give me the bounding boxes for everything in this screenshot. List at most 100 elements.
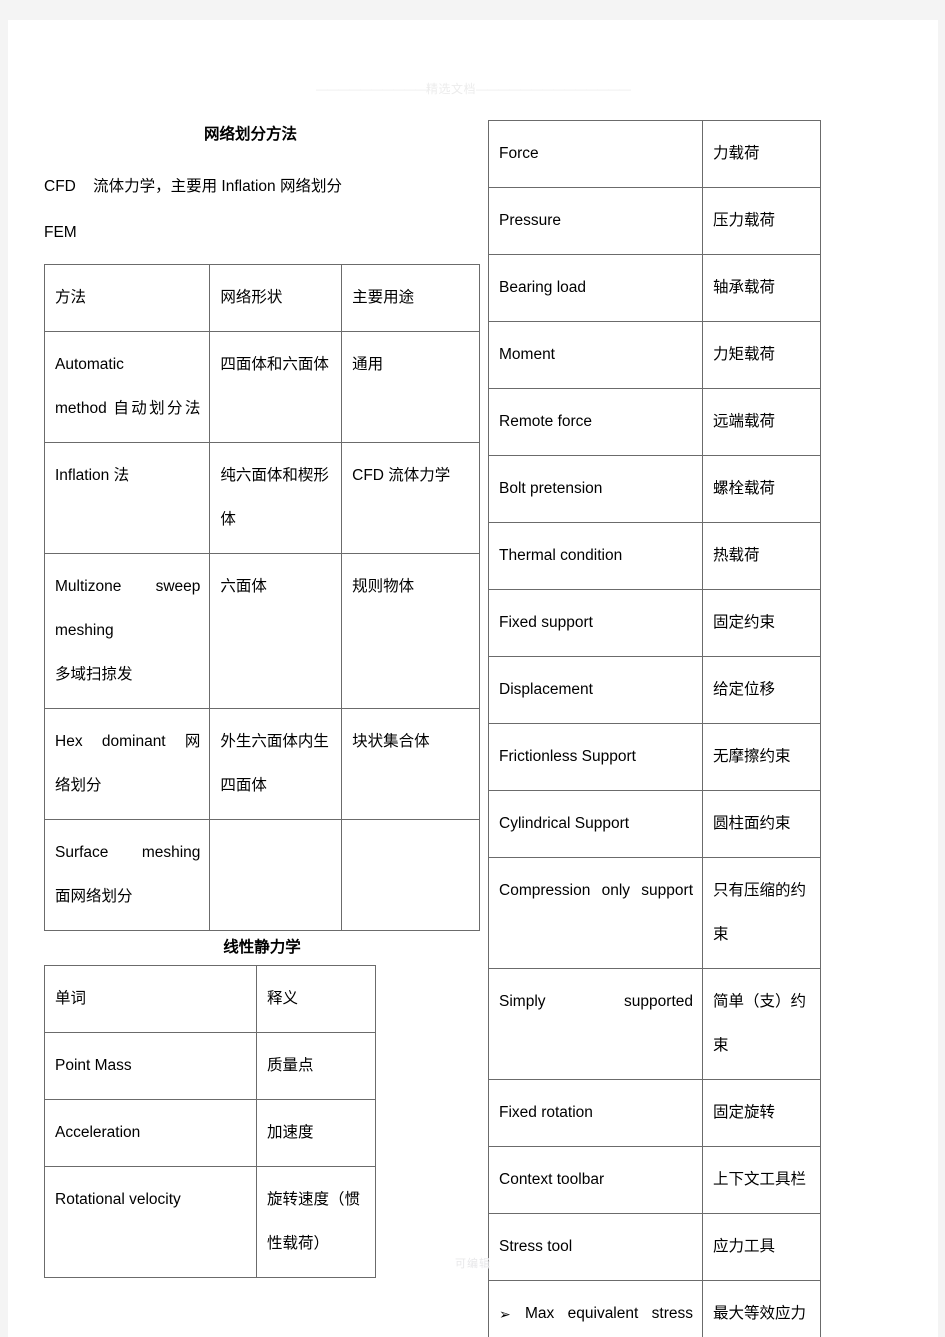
table-row: Bolt pretension 螺栓载荷 <box>488 455 821 523</box>
cell-meaning: 轴承载荷 <box>702 254 821 322</box>
cell-use-surface-meshing <box>341 819 480 931</box>
cell-meaning: 只有压缩的约束 <box>702 857 821 969</box>
cell-meaning-point-mass: 质量点 <box>256 1032 376 1100</box>
cell-meaning-acceleration: 加速度 <box>256 1099 376 1167</box>
column-header-definition: 释义 <box>256 965 376 1033</box>
table-row: Remote force 远端载荷 <box>488 388 821 456</box>
column-header-word: 单词 <box>44 965 257 1033</box>
table-header-row: 方法 网络形状 主要用途 <box>43 264 480 332</box>
cell-term: ➢ Max equivalent stress <box>488 1280 703 1337</box>
cell-term: Context toolbar <box>488 1146 703 1214</box>
meaning-label: 压力载荷 <box>713 212 776 229</box>
cell-meaning: 无摩擦约束 <box>702 723 821 791</box>
term-label: Max equivalent stress <box>525 1305 693 1322</box>
cell-method-automatic: Automatic method 自动划分法 <box>43 331 211 443</box>
cell-term: Fixed rotation <box>488 1079 703 1147</box>
table-row: Force 力载荷 <box>488 120 821 188</box>
table-row: Fixed rotation 固定旋转 <box>488 1079 821 1147</box>
cell-shape-automatic: 四面体和六面体 <box>209 331 343 443</box>
title-spacer <box>44 150 480 164</box>
cell-meaning: 固定旋转 <box>702 1079 821 1147</box>
cell-meaning: 热载荷 <box>702 522 821 590</box>
table-row: Moment 力矩载荷 <box>488 321 821 389</box>
cell-term: Thermal condition <box>488 522 703 590</box>
cell-use-multizone: 规则物体 <box>341 553 480 709</box>
table-row: Context toolbar 上下文工具栏 <box>488 1146 821 1214</box>
term-label: Compression only support <box>499 882 693 899</box>
loads-supports-table: Force 力载荷 Pressure 压力载荷 Bearing load 轴承载荷 Mome… <box>488 120 821 1337</box>
term-label: Remote force <box>499 413 593 430</box>
table-row: Automatic method 自动划分法 四面体和六面体 通用 <box>43 331 480 443</box>
cell-method-surface-meshing: Surface meshing 面网络划分 <box>43 819 211 931</box>
cell-shape-hex-dominant: 外生六面体内生四面体 <box>209 708 343 820</box>
meaning-label: 固定旋转 <box>713 1104 776 1121</box>
term-label: Bearing load <box>499 279 587 296</box>
cell-method-inflation: Inflation 法 <box>43 442 211 554</box>
table-row: Fixed support 固定约束 <box>488 589 821 657</box>
cell-use-automatic: 通用 <box>341 331 480 443</box>
bullet-arrow-icon: ➢ <box>499 1306 511 1322</box>
cell-shape-inflation: 纯六面体和楔形体 <box>209 442 343 554</box>
cell-term: Bearing load <box>488 254 703 322</box>
term-label: Thermal condition <box>499 547 623 564</box>
term-label: Cylindrical Support <box>499 815 630 832</box>
term-label: Displacement <box>499 681 593 698</box>
table-row: Surface meshing 面网络划分 <box>43 819 480 931</box>
table-header-row: 单词 释义 <box>44 965 376 1033</box>
cell-term: Remote force <box>488 388 703 456</box>
header-watermark-dash-left: —————————— <box>315 82 427 96</box>
right-column: Force 力载荷 Pressure 压力载荷 Bearing load 轴承载荷 Mome… <box>488 120 828 1337</box>
cell-term: Displacement <box>488 656 703 724</box>
table-row: Hex dominant 网 络划分 外生六面体内生四面体 块状集合体 <box>43 708 480 820</box>
meaning-label: 力载荷 <box>713 145 760 162</box>
cell-term: Compression only support <box>488 857 703 969</box>
table-row: Displacement 给定位移 <box>488 656 821 724</box>
left-column: 网络划分方法 CFD 流体力学，主要用 Inflation 网络划分 FEM 方… <box>43 120 480 1278</box>
table-row: Multizone sweep meshing 多域扫掠发 六面体 规则物体 <box>43 553 480 709</box>
term-label: Frictionless Support <box>499 748 636 765</box>
pre-table-spacer <box>44 256 480 264</box>
column-header-method: 方法 <box>43 264 211 332</box>
cell-term: Bolt pretension <box>488 455 703 523</box>
cell-use-hex-dominant: 块状集合体 <box>341 708 480 820</box>
meaning-label: 上下文工具栏 <box>713 1171 807 1188</box>
meaning-label: 最大等效应力 <box>713 1305 807 1322</box>
term-label: Moment <box>499 346 555 363</box>
intro-paragraph-cfd: CFD 流体力学，主要用 Inflation 网络划分 <box>44 178 342 195</box>
footer-watermark: 可编辑 <box>455 1258 491 1270</box>
cell-meaning: 远端载荷 <box>702 388 821 456</box>
cell-meaning: 圆柱面约束 <box>702 790 821 858</box>
cell-meaning: 简单（支）约束 <box>702 968 821 1080</box>
cell-term-point-mass: Point Mass <box>44 1032 257 1100</box>
cell-meaning: 给定位移 <box>702 656 821 724</box>
cell-method-multizone: Multizone sweep meshing 多域扫掠发 <box>43 553 211 709</box>
cell-meaning: 力矩载荷 <box>702 321 821 389</box>
cell-shape-multizone: 六面体 <box>209 553 343 709</box>
header-watermark-text: 精选文档 <box>425 82 476 96</box>
meaning-label: 轴承载荷 <box>713 279 776 296</box>
term-label: Pressure <box>499 212 562 229</box>
cell-meaning: 固定约束 <box>702 589 821 657</box>
meaning-label: 力矩载荷 <box>713 346 776 363</box>
table-row: Point Mass 质量点 <box>44 1032 376 1100</box>
cell-use-inflation: CFD 流体力学 <box>341 442 480 554</box>
table-row: Thermal condition 热载荷 <box>488 522 821 590</box>
cell-term: Simply supported <box>488 968 703 1080</box>
term-label: Fixed rotation <box>499 1104 593 1121</box>
column-header-shape: 网络形状 <box>209 264 343 332</box>
meaning-label: 无摩擦约束 <box>713 748 791 765</box>
cell-meaning: 上下文工具栏 <box>702 1146 821 1214</box>
meaning-label: 只有压缩的约束 <box>713 882 807 943</box>
meaning-label: 给定位移 <box>713 681 776 698</box>
table-row: Cylindrical Support 圆柱面约束 <box>488 790 821 858</box>
document-page: ——————————精选文档—————————————— 网络划分方法 CFD … <box>8 20 938 1337</box>
table-row: Inflation 法 纯六面体和楔形体 CFD 流体力学 <box>43 442 480 554</box>
meaning-label: 圆柱面约束 <box>713 815 791 832</box>
table-row: Frictionless Support 无摩擦约束 <box>488 723 821 791</box>
intro-paragraph-fem: FEM <box>44 224 77 241</box>
cell-meaning: 力载荷 <box>702 120 821 188</box>
cell-term: Moment <box>488 321 703 389</box>
cell-shape-surface-meshing <box>209 819 343 931</box>
table-row: Compression only support 只有压缩的约束 <box>488 857 821 969</box>
cell-meaning: 螺栓载荷 <box>702 455 821 523</box>
